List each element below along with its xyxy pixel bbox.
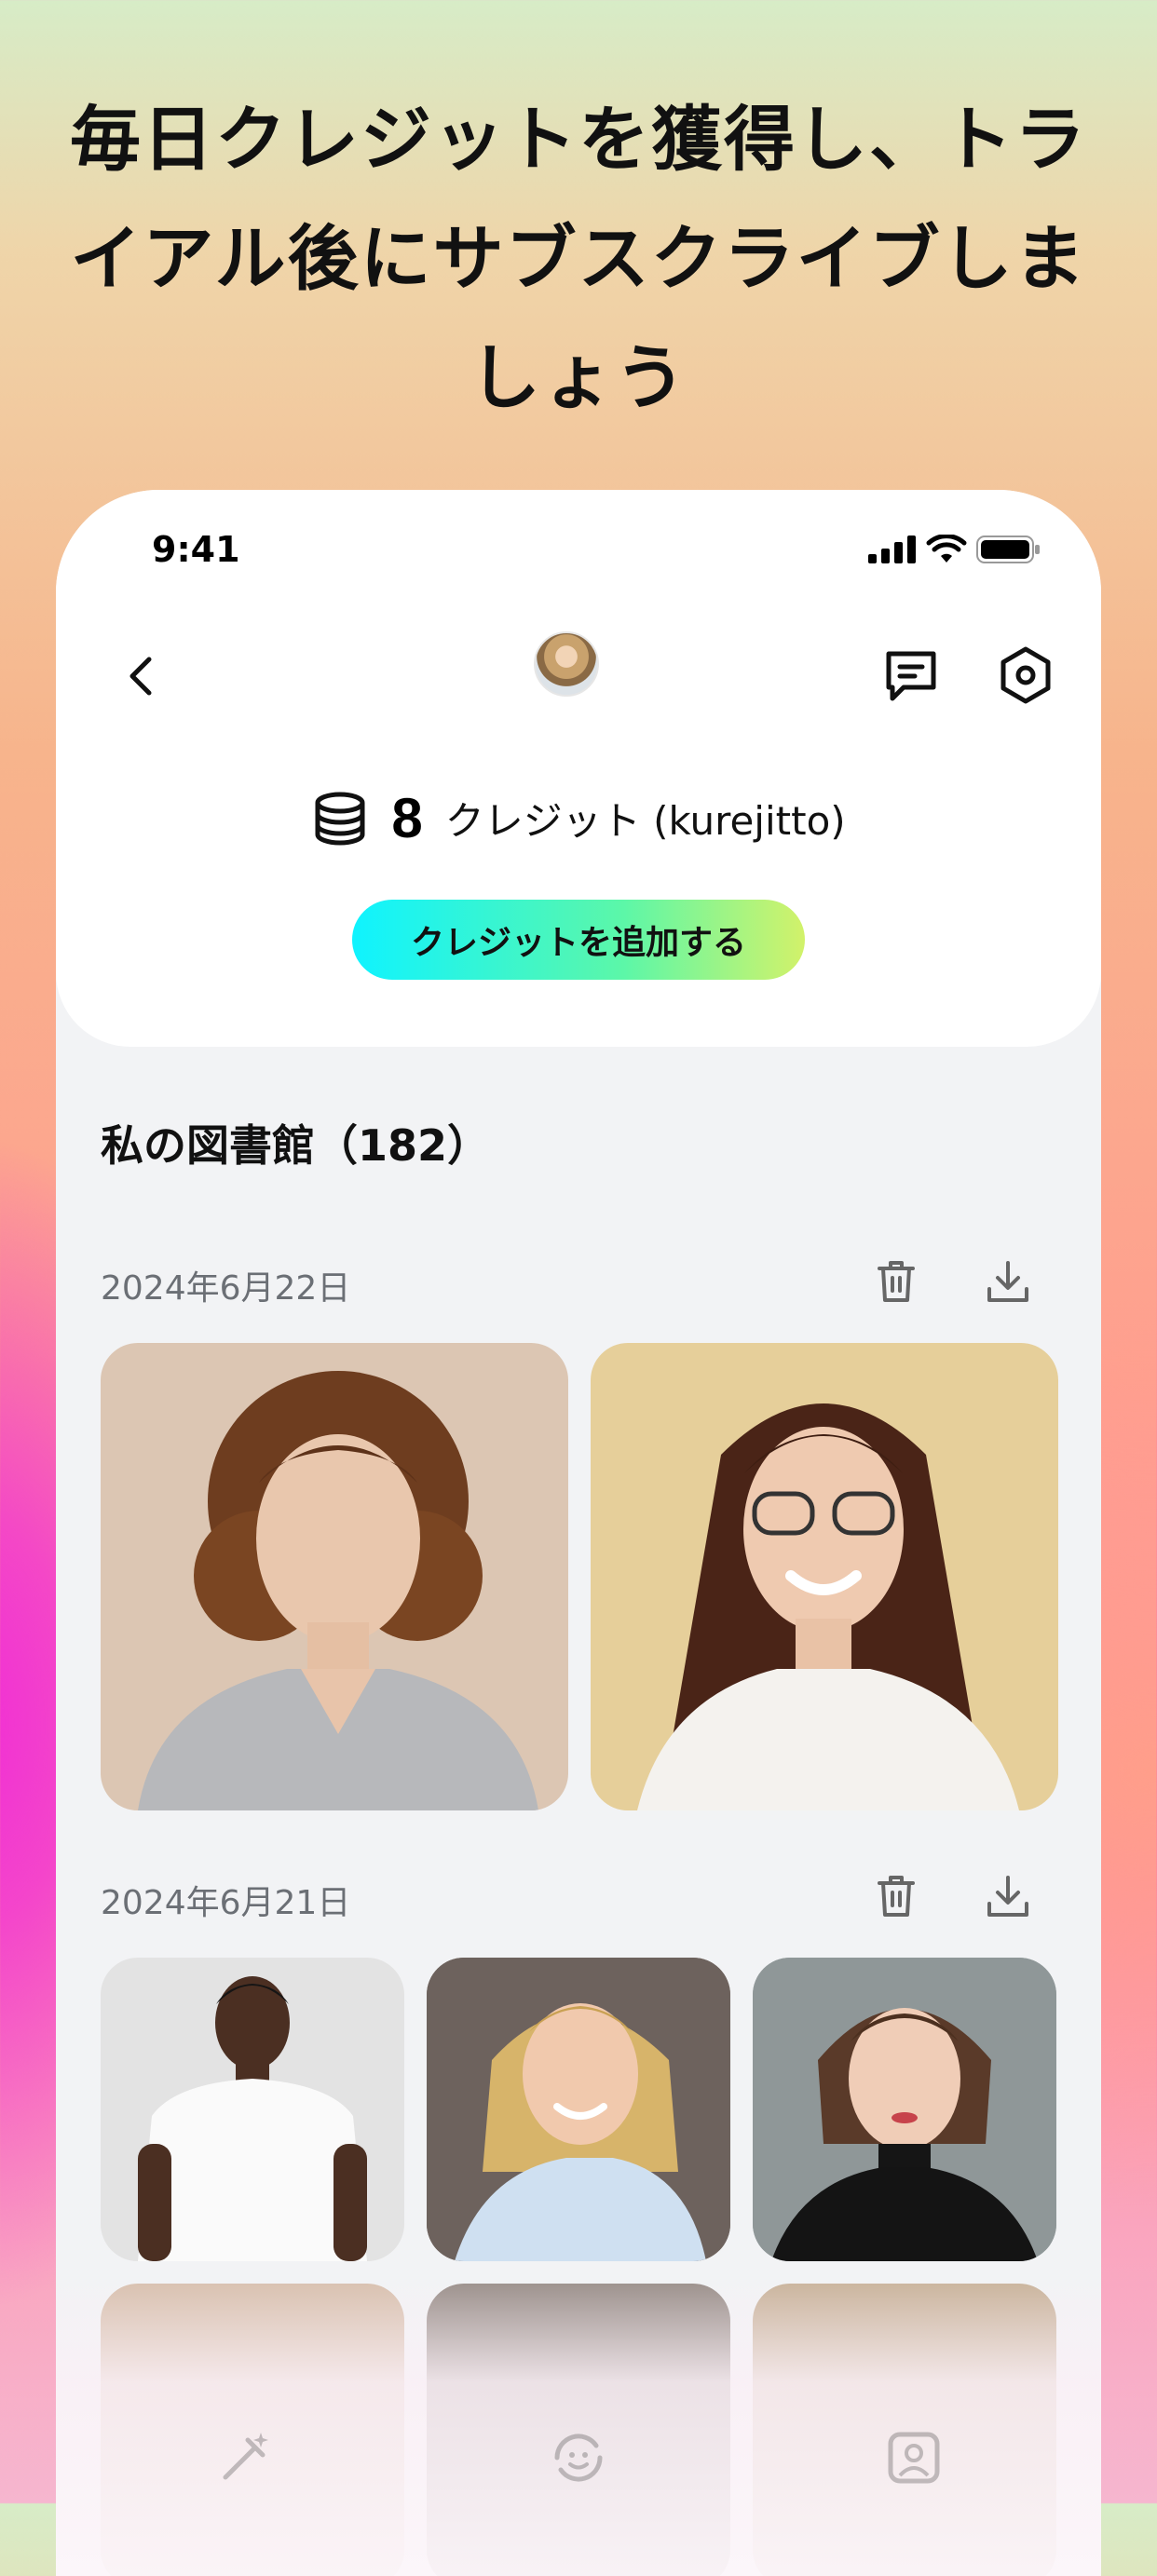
photo-thumbnail[interactable] [101, 1958, 404, 2261]
magic-wand-icon[interactable] [214, 2427, 276, 2488]
status-icons [868, 535, 1041, 564]
gear-icon[interactable] [995, 644, 1056, 706]
portrait-woman-black-turtleneck [753, 1958, 1056, 2261]
avatar[interactable] [534, 631, 599, 697]
face-swap-icon[interactable] [548, 2427, 609, 2488]
trash-icon[interactable] [872, 1872, 920, 1920]
group-date: 2024年6月21日 [101, 1884, 351, 1922]
download-icon[interactable] [984, 1872, 1032, 1920]
portrait-smiling-woman-glasses [637, 1403, 1019, 1810]
credits-card: 9:41 8 クレジット (kurejitto) クレジットを追加する [56, 490, 1101, 1047]
portrait-curly-hair-woman [138, 1371, 538, 1810]
headline-line-3: しょう [470, 336, 687, 419]
back-button[interactable] [114, 648, 170, 704]
credit-label: クレジット (kurejitto) [444, 798, 846, 844]
photo-thumbnail[interactable] [101, 1343, 568, 1810]
portrait-blonde-woman [427, 1958, 730, 2261]
coins-icon [315, 792, 365, 846]
photo-thumbnail[interactable] [427, 1958, 730, 2261]
photo-thumbnail[interactable] [591, 1343, 1058, 1810]
phone-screen: 9:41 8 クレジット (kurejitto) クレジットを追加する 私の図書… [56, 490, 1101, 2576]
download-icon[interactable] [984, 1257, 1032, 1306]
headline-line-1: 毎日クレジットを獲得し、トラ [70, 98, 1087, 181]
headline: 毎日クレジットを獲得し、トラ イアル後にサブスクライブしま しょう [37, 80, 1120, 438]
credit-count: 8 [391, 787, 423, 849]
credits-summary: 8 クレジット (kurejitto) [56, 786, 1101, 850]
status-time: 9:41 [152, 529, 240, 570]
headline-line-2: イアル後にサブスクライブしま [70, 217, 1087, 300]
signal-icon [868, 536, 916, 563]
photo-thumbnail[interactable] [753, 1958, 1056, 2261]
group-date: 2024年6月22日 [101, 1269, 351, 1308]
portrait-man-white-tshirt [138, 1976, 367, 2261]
chat-icon[interactable] [881, 646, 941, 706]
trash-icon[interactable] [872, 1257, 920, 1306]
add-credits-button[interactable]: クレジットを追加する [352, 900, 805, 980]
battery-icon [976, 536, 1040, 563]
wifi-icon [926, 535, 967, 563]
portrait-gallery-icon[interactable] [883, 2427, 945, 2488]
library-title: 私の図書館（182） [101, 1120, 491, 1171]
